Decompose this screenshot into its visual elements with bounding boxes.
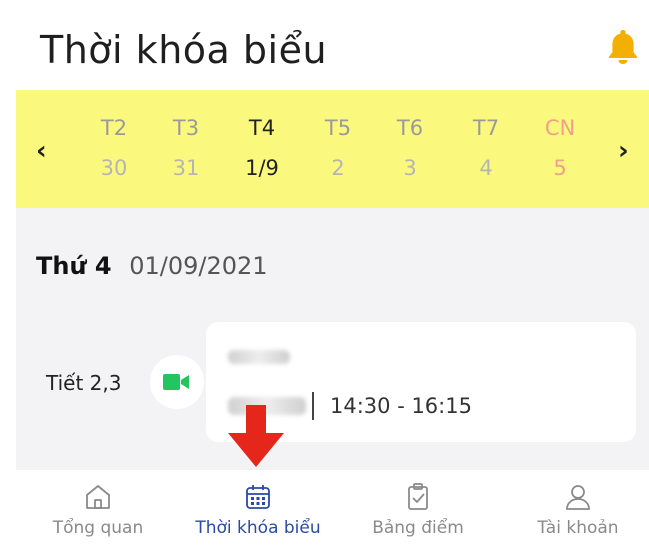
day-cn[interactable]: CN 5: [530, 116, 590, 180]
day-t4[interactable]: T4 1/9: [232, 116, 292, 180]
calendar-icon: [246, 485, 270, 509]
day-date: 2: [331, 156, 345, 180]
next-week-button[interactable]: ›: [618, 136, 629, 166]
nav-item-grades[interactable]: Bảng điểm: [338, 470, 498, 538]
day-name: T2: [100, 116, 128, 140]
divider: [312, 392, 314, 420]
subject-name-redacted: [228, 350, 290, 364]
nav-item-timetable[interactable]: Thời khóa biểu: [178, 470, 338, 538]
nav-item-account[interactable]: Tài khoản: [498, 470, 649, 538]
day-name: T7: [472, 116, 500, 140]
date-label: 01/09/2021: [129, 252, 268, 280]
day-name: T4: [248, 116, 276, 140]
nav-label: Tổng quan: [52, 518, 144, 538]
day-name: T5: [324, 116, 352, 140]
day-date: 4: [479, 156, 493, 180]
nav-label: Tài khoản: [537, 518, 619, 538]
day-date: 30: [100, 156, 128, 180]
period-label: Tiết 2,3: [46, 371, 122, 395]
online-class-badge[interactable]: [150, 355, 204, 409]
day-name: T6: [396, 116, 424, 140]
bell-icon[interactable]: [603, 26, 643, 66]
day-name: T3: [172, 116, 200, 140]
user-icon: [566, 485, 590, 510]
day-t3[interactable]: T3 31: [156, 116, 216, 180]
nav-label: Thời khóa biểu: [195, 518, 321, 538]
day-t7[interactable]: T7 4: [456, 116, 516, 180]
day-date: 31: [172, 156, 200, 180]
nav-item-overview[interactable]: Tổng quan: [18, 470, 178, 538]
home-icon: [86, 485, 110, 509]
clipboard-check-icon: [408, 483, 428, 510]
day-name: CN: [544, 116, 576, 140]
page-title: Thời khóa biểu: [40, 28, 328, 72]
app-header: Thời khóa biểu: [0, 0, 649, 90]
day-date: 1/9: [245, 156, 279, 180]
prev-week-button[interactable]: ‹: [36, 136, 47, 166]
schedule-content: Thứ 4 01/09/2021 Tiết 2,3 14:30 - 16:15: [16, 208, 649, 470]
day-t2[interactable]: T2 30: [84, 116, 144, 180]
video-camera-icon: [163, 374, 189, 390]
weekday-label: Thứ 4: [36, 252, 112, 280]
nav-label: Bảng điểm: [372, 518, 464, 538]
week-selector: ‹ T2 30 T3 31 T4 1/9 T5 2 T6 3 T7 4 CN 5…: [16, 90, 649, 208]
day-date: 3: [403, 156, 417, 180]
bottom-navigation: Tổng quan Thời khóa biểu Bảng điểm Tài k…: [0, 470, 649, 551]
selected-date-heading: Thứ 4 01/09/2021: [36, 252, 268, 280]
lesson-time: 14:30 - 16:15: [330, 394, 472, 418]
day-t6[interactable]: T6 3: [380, 116, 440, 180]
annotation-arrow-icon: [228, 405, 284, 467]
day-date: 5: [553, 156, 567, 180]
day-t5[interactable]: T5 2: [308, 116, 368, 180]
